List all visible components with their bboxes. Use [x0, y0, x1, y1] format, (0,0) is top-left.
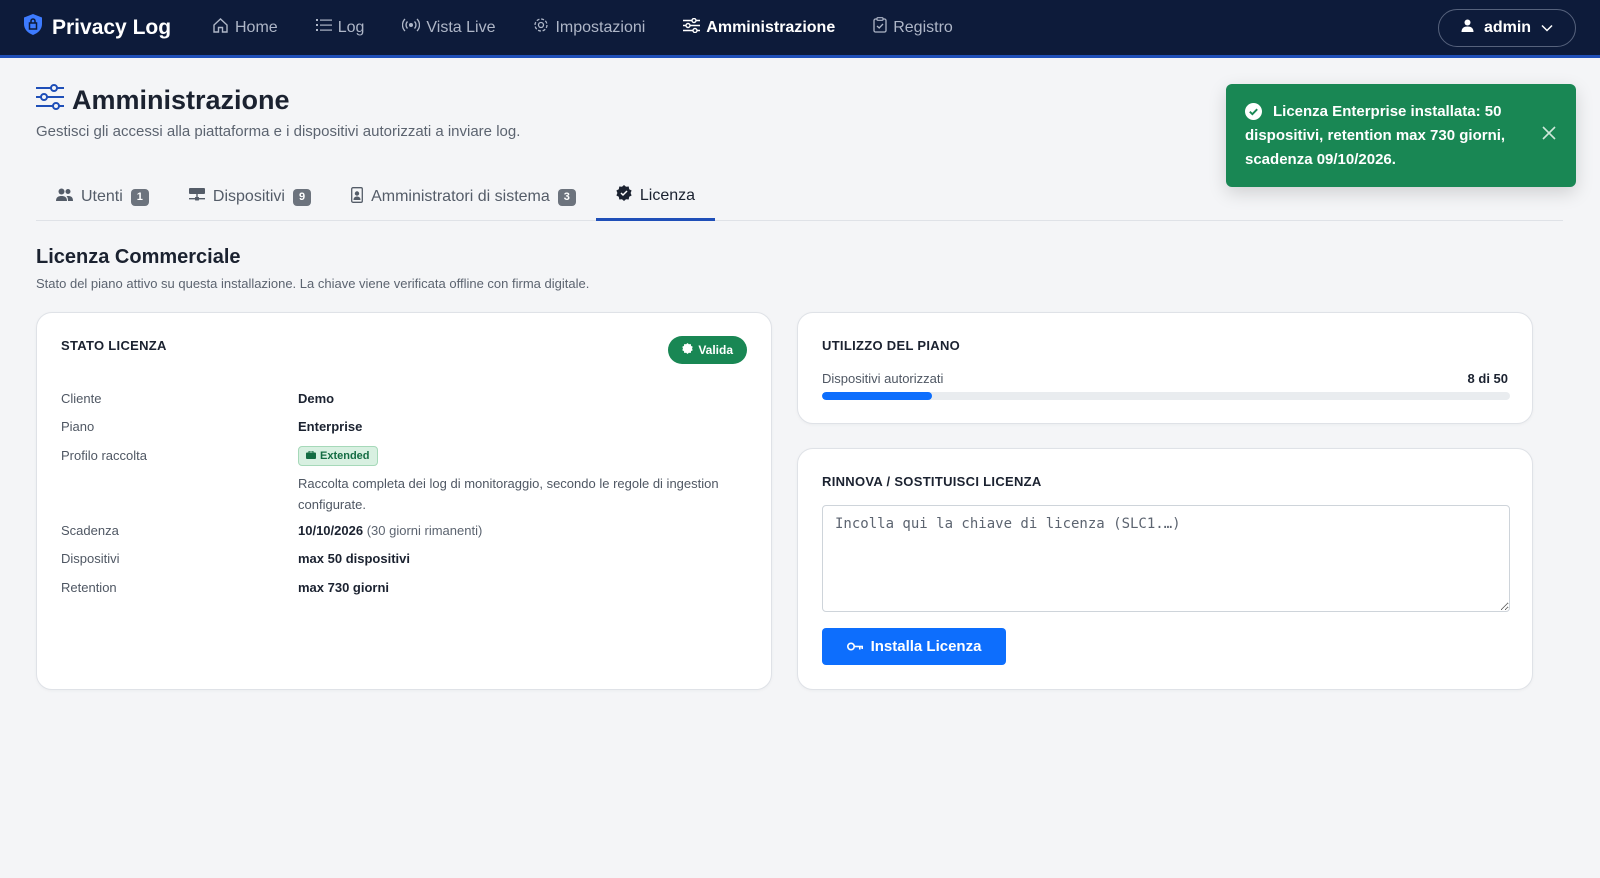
key-icon — [846, 638, 863, 655]
count-badge: 9 — [292, 188, 312, 206]
tab-label: Amministratori di sistema — [371, 188, 550, 205]
success-toast: Licenza Enterprise installata: 50 dispos… — [1226, 84, 1576, 187]
page-title: Amministrazione — [36, 84, 290, 117]
usage-progress-bar — [822, 392, 1510, 400]
install-license-button[interactable]: Installa Licenza — [822, 628, 1006, 665]
status-badge-label: Valida — [698, 343, 733, 357]
close-icon[interactable] — [1542, 126, 1556, 145]
nav-item-log[interactable]: Log — [315, 18, 365, 37]
person-badge-icon — [351, 186, 364, 208]
tab-label: Licenza — [639, 186, 696, 204]
install-button-label: Installa Licenza — [870, 638, 982, 655]
license-status-card: STATO LICENZA Valida Cliente Demo Piano … — [36, 312, 772, 690]
sliders-icon — [36, 84, 64, 117]
page-subtitle: Gestisci gli accessi alla piattaforma e … — [36, 123, 521, 140]
value-dispositivi: max 50 dispositivi — [298, 551, 410, 566]
home-icon — [212, 17, 229, 38]
count-badge: 3 — [557, 188, 576, 206]
gear-icon — [533, 17, 549, 38]
main-nav: Home Log Vista Live Impostazioni Amminis… — [212, 0, 991, 55]
card-title: UTILIZZO DEL PIANO — [822, 338, 961, 353]
clipboard-check-icon — [873, 17, 887, 38]
section-title: Licenza Commerciale — [36, 246, 241, 268]
toast-message: Licenza Enterprise installata: 50 dispos… — [1245, 103, 1506, 168]
label-piano: Piano — [61, 419, 95, 434]
plan-usage-card: UTILIZZO DEL PIANO Dispositivi autorizza… — [797, 312, 1533, 424]
shield-icon — [24, 14, 42, 41]
tab-amministratori-di-sistema[interactable]: Amministratori di sistema 3 — [331, 173, 596, 221]
nav-label: Vista Live — [426, 18, 496, 36]
patch-check-icon — [682, 343, 694, 357]
hdd-network-icon — [188, 187, 205, 207]
tab-dispositivi[interactable]: Dispositivi 9 — [169, 173, 331, 221]
section-subtitle: Stato del piano attivo su questa install… — [36, 276, 590, 291]
value-scadenza: 10/10/2026 (30 giorni rimanenti) — [298, 523, 482, 538]
chevron-down-icon — [1541, 19, 1553, 37]
status-badge: Valida — [668, 336, 747, 364]
license-key-input[interactable] — [822, 505, 1510, 612]
person-icon — [1461, 19, 1474, 37]
value-retention: max 730 giorni — [298, 580, 390, 595]
nav-item-home[interactable]: Home — [212, 17, 278, 38]
brand[interactable]: Privacy Log — [24, 14, 171, 41]
nav-label: Amministrazione — [706, 18, 836, 36]
nav-item-impostazioni[interactable]: Impostazioni — [533, 17, 645, 38]
nav-label: Registro — [893, 18, 953, 36]
page-title-text: Amministrazione — [72, 85, 290, 115]
expiry-remaining: (30 giorni rimanenti) — [366, 523, 483, 538]
user-name: admin — [1483, 19, 1532, 36]
renew-license-card: RINNOVA / SOSTITUISCI LICENZA Installa L… — [797, 448, 1533, 690]
value-cliente: Demo — [298, 391, 335, 406]
usage-progress-fill — [822, 392, 933, 400]
tab-licenza[interactable]: Licenza — [595, 173, 716, 221]
label-cliente: Cliente — [61, 391, 102, 406]
tab-utenti[interactable]: Utenti 1 — [36, 173, 169, 221]
user-menu-button[interactable]: admin — [1438, 9, 1576, 47]
card-title: STATO LICENZA — [61, 338, 167, 353]
top-navbar: Privacy Log Home Log Vista Live Impostaz… — [0, 0, 1600, 58]
broadcast-icon — [402, 18, 421, 37]
expiry-date: 10/10/2026 — [298, 523, 364, 538]
usage-value: 8 di 50 — [1467, 371, 1508, 386]
sliders-icon — [683, 17, 701, 38]
profile-badge: Extended — [298, 446, 378, 466]
card-title: RINNOVA / SOSTITUISCI LICENZA — [822, 474, 1042, 489]
profile-badge-label: Extended — [320, 450, 370, 462]
nav-item-vista-live[interactable]: Vista Live — [402, 18, 495, 37]
nav-item-registro[interactable]: Registro — [873, 17, 953, 38]
usage-label: Dispositivi autorizzati — [822, 371, 944, 386]
label-retention: Retention — [61, 580, 117, 595]
briefcase-icon — [306, 450, 316, 462]
people-icon — [56, 188, 73, 206]
patch-check-icon — [616, 185, 632, 206]
tab-label: Dispositivi — [212, 188, 285, 205]
nav-label: Log — [337, 18, 365, 36]
count-badge: 1 — [130, 188, 149, 206]
nav-label: Impostazioni — [555, 18, 646, 36]
label-profilo-raccolta: Profilo raccolta — [61, 448, 147, 463]
tab-label: Utenti — [81, 188, 123, 205]
nav-label: Home — [235, 18, 278, 36]
brand-name: Privacy Log — [52, 15, 172, 39]
list-icon — [315, 18, 332, 37]
profile-description: Raccolta completa dei log di monitoraggi… — [298, 476, 719, 512]
value-piano: Enterprise — [298, 419, 363, 434]
nav-item-amministrazione[interactable]: Amministrazione — [683, 17, 836, 38]
label-scadenza: Scadenza — [61, 523, 119, 538]
label-dispositivi: Dispositivi — [61, 551, 120, 566]
